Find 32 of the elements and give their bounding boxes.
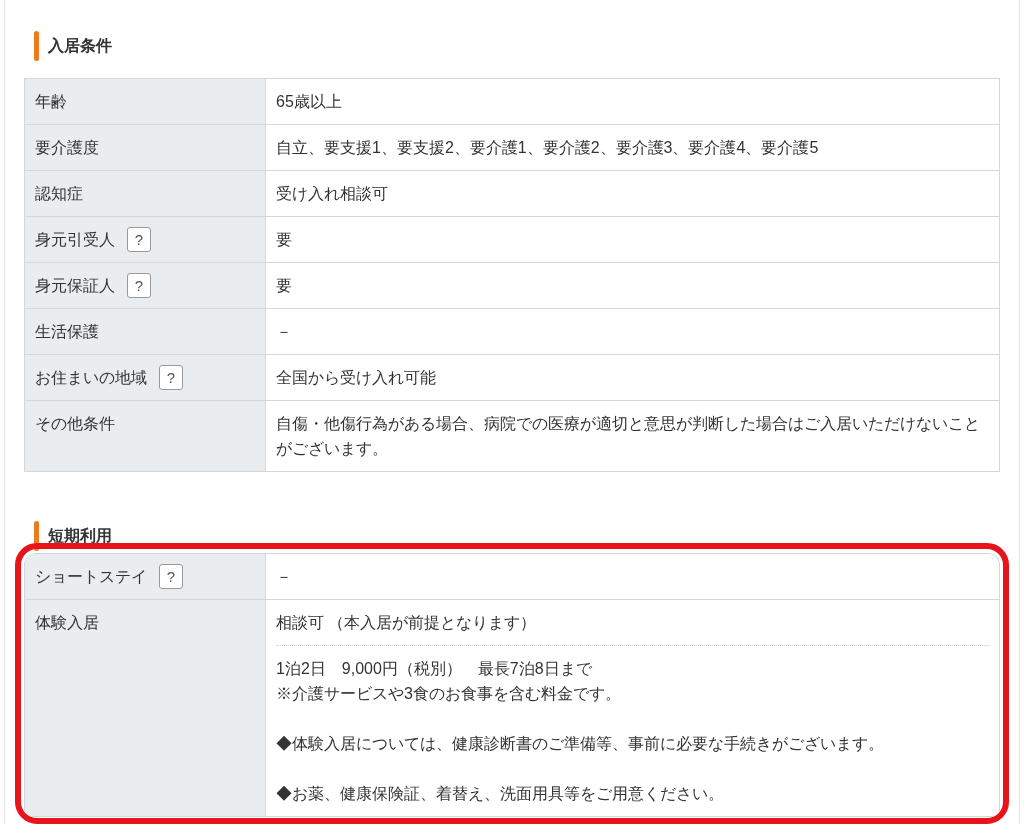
heading-accent-bar: [34, 521, 39, 551]
row-value-text: 1泊2日 9,000円（税別） 最長7泊8日まで: [276, 659, 593, 679]
row-label: 身元保証人: [35, 276, 115, 296]
help-button[interactable]: ?: [159, 564, 183, 589]
row-value-text: －: [276, 567, 293, 587]
row-label: 年齢: [35, 92, 67, 112]
row-value-text: 要: [276, 276, 293, 296]
row-label: 体験入居: [35, 613, 99, 633]
row-value-text: 65歳以上: [276, 92, 343, 112]
help-button[interactable]: ?: [127, 227, 151, 252]
row-value-text: ◆体験入居については、健康診断書のご準備等、事前に必要な手続きがございます。: [276, 734, 885, 754]
help-button[interactable]: ?: [159, 365, 183, 390]
row-value-text: －: [276, 322, 293, 342]
section-heading: 入居条件: [48, 36, 112, 56]
row-label: 認知症: [35, 184, 83, 204]
help-button[interactable]: ?: [127, 273, 151, 298]
row-value-text: 自立、要支援1、要支援2、要介護1、要介護2、要介護3、要介護4、要介護5: [276, 138, 820, 158]
row-value-text: 全国から受け入れ可能: [276, 368, 437, 388]
row-label: その他条件: [35, 414, 115, 434]
row-label: 生活保護: [35, 322, 99, 342]
heading-accent-bar: [34, 31, 39, 61]
row-value-text: 受け入れ相談可: [276, 184, 389, 204]
row-value-text: 要: [276, 230, 293, 250]
row-value-text: ※介護サービスや3食のお食事を含む料金です。: [276, 684, 622, 704]
row-label: お住まいの地域: [35, 368, 147, 388]
row-value-text: 自傷・他傷行為がある場合、病院での医療が適切と意思が判断した場合はご入居いただけないことがございます。: [276, 414, 981, 459]
row-value-text: 相談可 （本入居が前提となります）: [276, 613, 538, 633]
section-heading: 短期利用: [48, 526, 112, 546]
row-label: 身元引受人: [35, 230, 115, 250]
row-label: ショートステイ: [35, 567, 147, 587]
row-label: 要介護度: [35, 138, 99, 158]
row-value-text: ◆お薬、健康保険証、着替え、洗面用具等をご用意ください。: [276, 784, 725, 804]
